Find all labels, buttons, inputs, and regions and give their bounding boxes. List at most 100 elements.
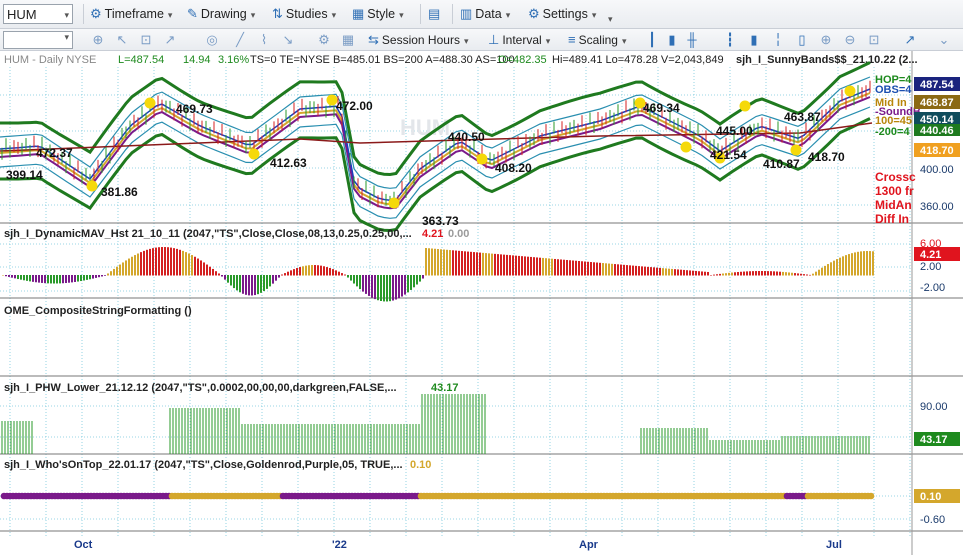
- chart-tool-icon[interactable]: ⌇: [256, 32, 272, 48]
- cursor-icon[interactable]: ↖: [114, 32, 130, 48]
- add-chart-icon[interactable]: ↗: [902, 32, 918, 48]
- histogram-bar: [38, 275, 40, 283]
- histogram-bar: [818, 269, 820, 276]
- quote-details: TS=0 TE=NYSE B=485.01 BS=200 A=488.30 AS…: [250, 54, 515, 66]
- histogram-bar: [359, 275, 361, 290]
- pivot-label: 363.73: [422, 214, 459, 228]
- mid-badge-value: 468.87: [920, 97, 954, 109]
- histogram-bar: [695, 270, 697, 276]
- data-button[interactable]: ▥ Data ▾: [460, 5, 510, 23]
- histogram-bar: [311, 265, 313, 276]
- histogram-bar: [125, 260, 127, 276]
- candles-icon[interactable]: ▮: [746, 32, 762, 48]
- studies-button[interactable]: ⇅ Studies ▾: [272, 5, 336, 23]
- toolbar-divider: [83, 4, 84, 24]
- format-icon[interactable]: ⚙: [316, 32, 332, 48]
- histogram-bar: [413, 275, 415, 288]
- cross-note-2: 1300 fr: [875, 184, 914, 198]
- layout-button[interactable]: ▤: [428, 5, 443, 23]
- histogram-bar: [851, 253, 853, 276]
- line-chart-icon[interactable]: ╎: [770, 32, 786, 48]
- candle-chart-icon[interactable]: ▮: [664, 32, 680, 48]
- histogram-bar: [680, 269, 682, 276]
- scaling-button[interactable]: ≡ Scaling ▾: [568, 31, 626, 49]
- plot-background: [0, 51, 912, 555]
- settings-button[interactable]: ⚙ Settings ▾: [528, 5, 596, 23]
- histogram-bar: [266, 275, 268, 289]
- histogram-bar: [86, 275, 88, 280]
- histogram-bar: [308, 265, 310, 276]
- fit-icon[interactable]: ⊡: [866, 32, 882, 48]
- chevron-down-icon: ▾: [463, 36, 469, 46]
- style-button[interactable]: ▦ Style ▾: [352, 5, 404, 23]
- histogram-bar: [263, 275, 265, 292]
- zoom-icon[interactable]: ⊡: [138, 32, 154, 48]
- more-icon[interactable]: ⌄: [936, 32, 952, 48]
- symbol-input[interactable]: HUM ▾: [3, 4, 73, 24]
- bars-icon[interactable]: ┇: [722, 32, 738, 48]
- timeframe-button[interactable]: ⚙ Timeframe ▾: [90, 5, 172, 23]
- gear-icon: ⚙: [528, 6, 540, 21]
- who-dots: [0, 492, 875, 500]
- histogram-bar: [770, 271, 772, 276]
- drawing-button[interactable]: ✎ Drawing ▾: [187, 5, 255, 23]
- histogram-bar: [641, 266, 643, 276]
- study-title: sjh_I_SunnyBands$$_21.10.22 (2...: [736, 54, 918, 66]
- histogram-bar: [302, 266, 304, 276]
- grid-icon[interactable]: ▦: [340, 32, 356, 48]
- histogram-bar: [356, 275, 358, 287]
- secondary-symbol-input[interactable]: ▾: [3, 31, 73, 49]
- histogram-bar: [290, 270, 292, 276]
- histogram-bar: [281, 274, 283, 276]
- histogram-bar: [470, 251, 472, 276]
- drawing-label: Drawing: [200, 7, 247, 21]
- link-icon[interactable]: ⊕: [90, 32, 106, 48]
- histogram-bar: [218, 273, 220, 276]
- pointer-icon[interactable]: ↗: [162, 32, 178, 48]
- histogram-bar: [89, 275, 91, 280]
- chart-area[interactable]: HUM - Daily NYSE L=487.54 14.94 3.16% TS…: [0, 51, 963, 555]
- pivot-label: 469.73: [176, 102, 213, 116]
- histogram-bar: [119, 264, 121, 276]
- histogram-bar: [515, 255, 517, 276]
- histogram-bar: [488, 253, 490, 276]
- histogram-bar: [269, 275, 271, 287]
- hollow-candles-icon[interactable]: ▯: [794, 32, 810, 48]
- chevron-down-icon[interactable]: ▾: [64, 32, 69, 43]
- histogram-bar: [77, 275, 79, 282]
- histogram-bar: [506, 254, 508, 276]
- price-change-pct: 3.16%: [218, 54, 249, 66]
- chevron-down-icon: ▾: [250, 10, 256, 20]
- line-tool-icon[interactable]: ╱: [232, 32, 248, 48]
- chevron-down-icon[interactable]: ▾: [64, 5, 69, 25]
- refresh-icon[interactable]: ◎: [204, 32, 220, 48]
- arrow-tool-icon[interactable]: ↘: [280, 32, 296, 48]
- symbol-info: HUM - Daily NYSE: [4, 54, 96, 66]
- time-label: Apr: [579, 539, 599, 551]
- histogram-bar: [767, 271, 769, 276]
- interval-button[interactable]: ⊥ Interval ▾: [488, 31, 550, 49]
- histogram-bar: [629, 265, 631, 276]
- histogram-bar: [32, 275, 34, 282]
- chevron-down-icon: ▾: [331, 10, 337, 20]
- histogram-bar: [80, 275, 82, 282]
- bar-chart-icon[interactable]: ┃: [644, 32, 660, 48]
- zoom-out-icon[interactable]: ⊖: [842, 32, 858, 48]
- histogram-bar: [251, 275, 253, 296]
- histogram-bar: [866, 251, 868, 276]
- zoom-in-icon[interactable]: ⊕: [818, 32, 834, 48]
- histogram-bar: [185, 252, 187, 276]
- pivot-label: 440.50: [448, 130, 485, 144]
- mav-axis-label: -2.00: [920, 282, 945, 294]
- session-hours-button[interactable]: ⇆ Session Hours ▾: [368, 31, 468, 49]
- histogram-bar: [776, 271, 778, 276]
- histogram-bar: [155, 247, 157, 276]
- histogram-bar: [152, 248, 154, 276]
- ohlc-chart-icon[interactable]: ╫: [684, 32, 700, 48]
- histogram-bar: [398, 275, 400, 299]
- histogram-bar: [746, 271, 748, 276]
- histogram-bar: [806, 274, 808, 276]
- histogram-bar: [671, 268, 673, 276]
- overflow-chevron-icon[interactable]: ▾: [608, 10, 613, 28]
- histogram-bar: [500, 254, 502, 276]
